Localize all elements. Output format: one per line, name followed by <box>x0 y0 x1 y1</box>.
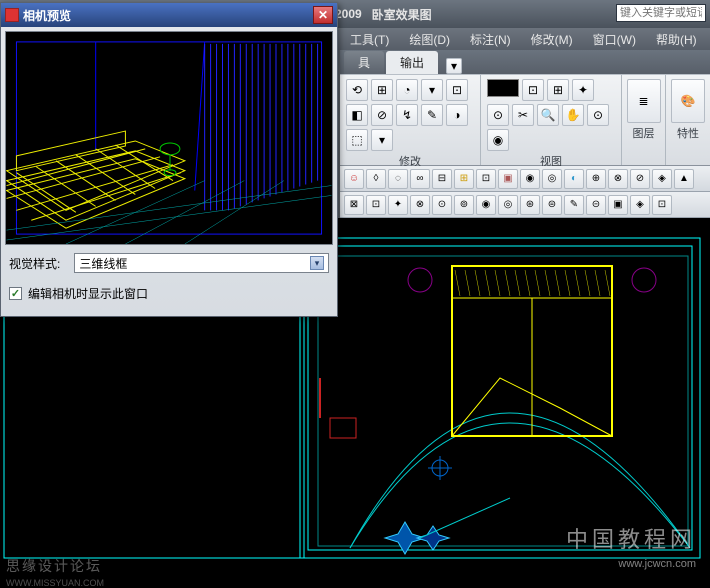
ribbon-btn[interactable]: ◔ <box>396 79 418 101</box>
ribbon-btn[interactable]: ◉ <box>487 129 509 151</box>
toolbar-row-2: ⊠ ⊡ ✦ ⊗ ⊙ ⊚ ◉ ◎ ⊛ ⊜ ✎ ⊝ ▣ ◈ ⊡ <box>340 192 710 218</box>
ribbon-btn[interactable]: ⬚ <box>346 129 368 151</box>
ribbon-btn[interactable]: ⊙ <box>587 104 609 126</box>
menu-draw[interactable]: 绘图(D) <box>399 31 460 48</box>
ribbon: ⟲ ⊞ ◔ ▾ ⊡ ◧ ⊘ ↯ ✎ ◑ ⬚ ▾ 修改 ⊡ ⊞ ✦ ⊙ <box>340 74 710 166</box>
watermark-lefturl: WWW.MISSYUAN.COM <box>6 578 104 588</box>
tb-btn[interactable]: ⊞ <box>454 169 474 189</box>
tb-btn[interactable]: ⊚ <box>454 195 474 215</box>
ribbon-btn[interactable]: ✋ <box>562 104 584 126</box>
menu-window[interactable]: 窗口(W) <box>583 31 646 48</box>
ribbon-btn[interactable]: ▾ <box>421 79 443 101</box>
ribbon-btn[interactable]: ✎ <box>421 104 443 126</box>
tb-btn[interactable]: ⊝ <box>586 195 606 215</box>
tb-btn[interactable]: ▣ <box>608 195 628 215</box>
ribbon-btn[interactable]: ▾ <box>371 129 393 151</box>
visual-style-value: 三维线框 <box>79 255 127 272</box>
menu-help[interactable]: 帮助(H) <box>646 31 707 48</box>
preview-viewport[interactable] <box>5 31 333 245</box>
ribbon-btn[interactable]: ⊡ <box>522 79 544 101</box>
ribbon-btn[interactable]: ⊞ <box>371 79 393 101</box>
ribbon-group-layers: 图层 <box>633 123 655 141</box>
tb-btn[interactable]: ▲ <box>674 169 694 189</box>
doc-name: 卧室效果图 <box>372 6 432 23</box>
tab-output[interactable]: 输出 <box>386 51 438 74</box>
visual-style-label: 视觉样式: <box>9 255 60 272</box>
tb-btn[interactable]: ✎ <box>564 195 584 215</box>
menu-modify[interactable]: 修改(M) <box>521 31 583 48</box>
ribbon-btn[interactable]: ⊡ <box>446 79 468 101</box>
tb-btn[interactable]: ⊛ <box>520 195 540 215</box>
properties-button[interactable]: 🎨 <box>671 79 705 123</box>
close-button[interactable]: ✕ <box>313 6 333 24</box>
tb-btn[interactable]: ▣ <box>498 169 518 189</box>
ribbon-btn[interactable]: ⟲ <box>346 79 368 101</box>
tb-btn[interactable]: ◈ <box>652 169 672 189</box>
tab-dropdown-icon[interactable]: ▾ <box>446 58 462 74</box>
tb-btn[interactable]: ☺ <box>344 169 364 189</box>
tb-btn[interactable]: ⊕ <box>586 169 606 189</box>
show-window-checkbox[interactable]: ✓ <box>9 287 22 300</box>
tb-btn[interactable]: ◈ <box>630 195 650 215</box>
tb-btn[interactable]: ∞ <box>410 169 430 189</box>
tb-btn[interactable]: ◊ <box>366 169 386 189</box>
dialog-titlebar[interactable]: 相机预览 ✕ <box>1 3 337 27</box>
chevron-down-icon: ▾ <box>310 256 324 270</box>
tb-btn[interactable]: ⊠ <box>344 195 364 215</box>
tb-btn[interactable]: ⊘ <box>630 169 650 189</box>
tb-btn[interactable]: ✦ <box>388 195 408 215</box>
tb-btn[interactable]: ⊙ <box>432 195 452 215</box>
tb-btn[interactable]: ⊡ <box>652 195 672 215</box>
tb-btn[interactable]: ◎ <box>542 169 562 189</box>
dialog-icon <box>5 8 19 22</box>
ribbon-btn[interactable]: ✦ <box>572 79 594 101</box>
tab-prev[interactable]: 具 <box>344 51 384 74</box>
tb-btn[interactable]: ◉ <box>476 195 496 215</box>
menu-tools[interactable]: 工具(T) <box>340 31 399 48</box>
tb-btn[interactable]: ⊡ <box>366 195 386 215</box>
tb-btn[interactable]: ◎ <box>498 195 518 215</box>
ribbon-btn[interactable]: ◧ <box>346 104 368 126</box>
tb-btn[interactable]: ◉ <box>520 169 540 189</box>
tb-btn[interactable]: ⊟ <box>432 169 452 189</box>
checkbox-label: 编辑相机时显示此窗口 <box>28 285 148 302</box>
tb-btn[interactable]: ⊗ <box>608 169 628 189</box>
ribbon-tabs: 具 输出 ▾ <box>340 50 710 74</box>
tb-btn[interactable]: ◐ <box>564 169 584 189</box>
ribbon-btn[interactable]: ◑ <box>446 104 468 126</box>
ribbon-btn[interactable]: ⊘ <box>371 104 393 126</box>
dialog-title-text: 相机预览 <box>23 7 71 24</box>
watermark-left: 思缘设计论坛 <box>6 556 102 576</box>
tb-btn[interactable]: ⊜ <box>542 195 562 215</box>
watermark-url: www.jcwcn.com <box>618 558 696 570</box>
tb-btn[interactable]: ◌ <box>388 169 408 189</box>
camera-preview-dialog: 相机预览 ✕ <box>0 2 338 317</box>
ribbon-btn[interactable]: 🔍 <box>537 104 559 126</box>
color-swatch[interactable] <box>487 79 519 97</box>
visual-style-dropdown[interactable]: 三维线框 ▾ <box>74 253 329 273</box>
ribbon-btn[interactable]: ✂ <box>512 104 534 126</box>
watermark-main: 中国教程网 <box>566 522 696 554</box>
ribbon-btn[interactable]: ⊙ <box>487 104 509 126</box>
search-input[interactable] <box>616 4 706 22</box>
ribbon-btn[interactable]: ⊞ <box>547 79 569 101</box>
tb-btn[interactable]: ⊡ <box>476 169 496 189</box>
toolbar-row-1: ☺ ◊ ◌ ∞ ⊟ ⊞ ⊡ ▣ ◉ ◎ ◐ ⊕ ⊗ ⊘ ◈ ▲ <box>340 166 710 192</box>
menu-dimension[interactable]: 标注(N) <box>460 31 521 48</box>
tb-btn[interactable]: ⊗ <box>410 195 430 215</box>
ribbon-btn[interactable]: ↯ <box>396 104 418 126</box>
ribbon-group-props: 特性 <box>677 123 699 141</box>
layers-button[interactable]: ≣ <box>627 79 661 123</box>
